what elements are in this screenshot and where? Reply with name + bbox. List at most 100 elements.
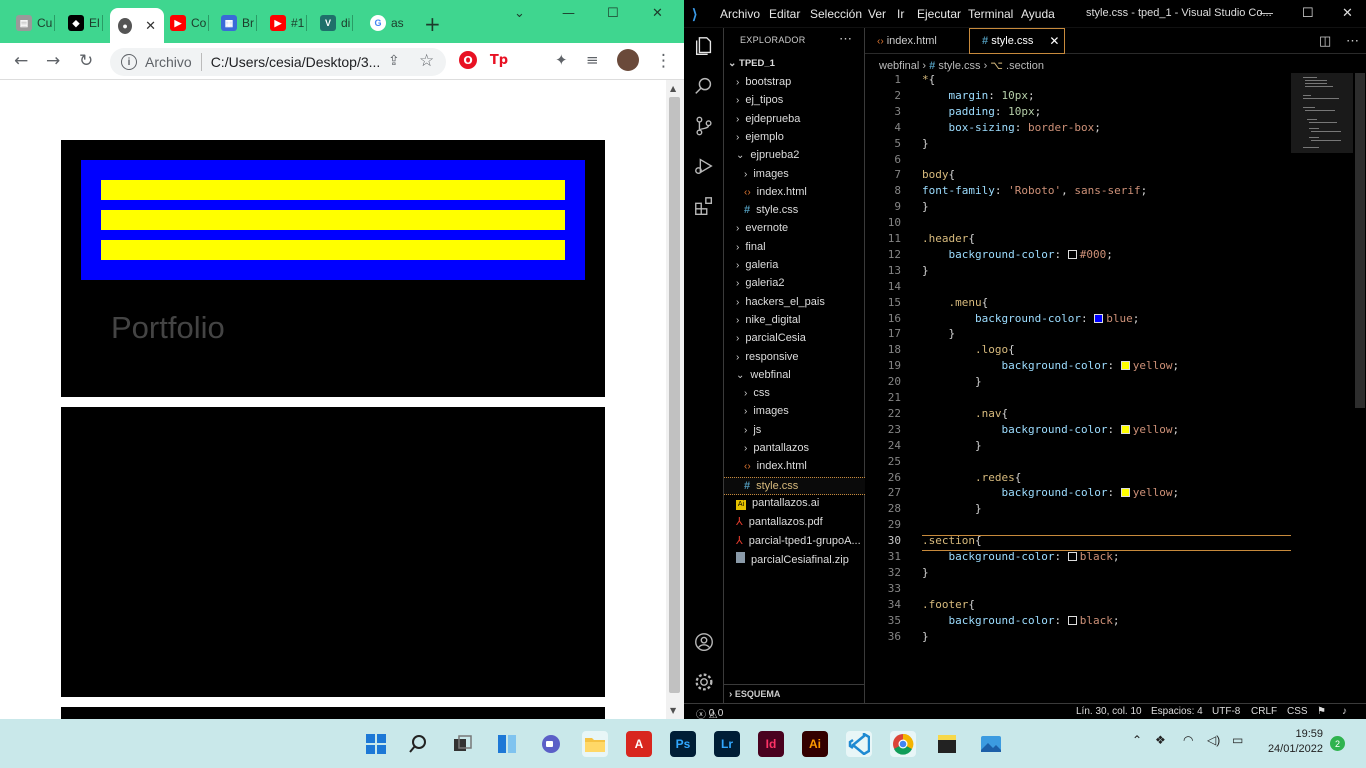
files-icon[interactable]	[693, 35, 715, 57]
chrome-tab-6[interactable]: ▶ #1	[270, 12, 308, 34]
avatar[interactable]	[617, 49, 639, 71]
tree-item[interactable]: # style.css	[724, 476, 865, 495]
outline-section[interactable]: › ESQUEMA	[724, 684, 865, 703]
menu-ayuda[interactable]: Ayuda	[1021, 7, 1055, 21]
bell-icon[interactable]: ♪	[1342, 706, 1347, 717]
close-tab-icon[interactable]: ✕	[1049, 34, 1059, 48]
chrome-tab-1[interactable]: ▤ Cu	[16, 12, 56, 34]
opera-extension-icon[interactable]: O	[459, 51, 477, 69]
maximize-button[interactable]: ☐	[1302, 5, 1314, 21]
battery-icon[interactable]: ▭	[1232, 733, 1243, 747]
chrome-tab-2[interactable]: ◆ El	[68, 12, 103, 34]
close-button[interactable]: ✕	[1342, 5, 1353, 21]
menu-ir[interactable]: Ir	[897, 7, 904, 21]
reload-icon[interactable]: ↻	[79, 51, 93, 71]
tree-item[interactable]: # style.css	[724, 202, 865, 220]
file-explorer-icon[interactable]	[582, 731, 608, 757]
tree-item[interactable]: › galeria2	[724, 275, 865, 293]
task-view-icon[interactable]	[450, 731, 476, 757]
menu-editar[interactable]: Editar	[769, 7, 800, 21]
photos-icon[interactable]	[978, 731, 1004, 757]
tree-item[interactable]: › responsive	[724, 349, 865, 367]
volume-icon[interactable]: ◁)	[1207, 733, 1220, 747]
tree-item[interactable]: ⌄ webfinal	[724, 367, 865, 385]
close-button[interactable]: ✕	[652, 6, 663, 21]
menu-terminal[interactable]: Terminal	[968, 7, 1013, 21]
address-url[interactable]: C:/Users/cesia/Desktop/3...	[211, 54, 381, 70]
scroll-up-icon[interactable]: ▲	[670, 84, 676, 93]
split-editor-icon[interactable]: ◫	[1319, 33, 1331, 49]
acrobat-icon[interactable]: A	[626, 731, 652, 757]
language-status[interactable]: CSS	[1287, 706, 1308, 717]
clock[interactable]: 19:59 24/01/2022	[1263, 727, 1323, 757]
breadcrumb-folder[interactable]: webfinal	[879, 60, 919, 72]
tree-item[interactable]: › nike_digital	[724, 312, 865, 330]
search-icon[interactable]	[407, 731, 433, 757]
tree-item[interactable]: ⌄ ejprueba2	[724, 147, 865, 165]
chrome-tab-8[interactable]: Gas	[370, 12, 404, 34]
scroll-thumb[interactable]	[669, 97, 680, 693]
share-icon[interactable]: ⇪	[388, 53, 400, 69]
color-swatch[interactable]	[1120, 424, 1130, 434]
feedback-icon[interactable]: ⚑	[1317, 706, 1326, 717]
editor-scrollbar[interactable]	[1353, 73, 1366, 703]
color-swatch[interactable]	[1067, 615, 1077, 625]
gear-icon[interactable]	[693, 671, 715, 693]
tab-style-css[interactable]: # style.css ✕	[969, 28, 1065, 54]
tree-item[interactable]: › js	[724, 422, 865, 440]
tree-item[interactable]: Ai pantallazos.ai	[724, 495, 865, 513]
chrome-icon[interactable]	[890, 731, 916, 757]
color-swatch[interactable]	[1094, 313, 1104, 323]
tp-extension-icon[interactable]: Tp	[490, 51, 508, 69]
editor-scroll-thumb[interactable]	[1355, 73, 1365, 408]
indesign-icon[interactable]: Id	[758, 731, 784, 757]
chrome-tab-active[interactable]: ● ✕	[110, 8, 164, 43]
star-icon[interactable]: ☆	[419, 51, 434, 71]
menu-ejecutar[interactable]: Ejecutar	[917, 7, 961, 21]
chat-icon[interactable]	[538, 731, 564, 757]
sticky-notes-icon[interactable]	[934, 731, 960, 757]
color-swatch[interactable]	[1120, 361, 1130, 371]
extensions-icon[interactable]	[693, 195, 715, 217]
chrome-tab-5[interactable]: ▦ Br	[221, 12, 257, 34]
color-swatch[interactable]	[1120, 488, 1130, 498]
wifi-icon[interactable]: ◠	[1183, 733, 1193, 747]
tree-item[interactable]: › final	[724, 239, 865, 257]
tree-item[interactable]: ⅄ pantallazos.pdf	[724, 513, 865, 531]
tree-item[interactable]: ‹› index.html	[724, 458, 865, 476]
more-icon[interactable]: ⋯	[1346, 33, 1359, 49]
tree-item[interactable]: › ejdeprueba	[724, 111, 865, 129]
more-icon[interactable]: ⋯	[839, 31, 852, 47]
info-icon[interactable]: i	[121, 54, 137, 70]
indentation-status[interactable]: Espacios: 4	[1151, 706, 1203, 717]
eol-status[interactable]: CRLF	[1251, 706, 1277, 717]
account-icon[interactable]	[693, 631, 715, 653]
tree-item[interactable]: ⅄ parcial-tped1-grupoA...	[724, 532, 865, 550]
maximize-button[interactable]: ☐	[607, 6, 619, 21]
tree-item[interactable]: › ej_tipos	[724, 92, 865, 110]
search-icon[interactable]	[693, 75, 715, 97]
breadcrumb-symbol[interactable]: .section	[1006, 60, 1044, 72]
lightroom-icon[interactable]: Lr	[714, 731, 740, 757]
back-icon[interactable]: ←	[14, 51, 28, 71]
chrome-tab-4[interactable]: ▶ Co	[170, 12, 210, 34]
menu-ver[interactable]: Ver	[868, 7, 886, 21]
forward-icon[interactable]: →	[46, 51, 60, 71]
scroll-down-icon[interactable]: ▼	[670, 706, 676, 715]
media-icon[interactable]: ≡	[586, 51, 599, 69]
tree-item[interactable]: › ejemplo	[724, 129, 865, 147]
chevron-up-icon[interactable]: ⌃	[1132, 733, 1142, 747]
tree-item[interactable]: › parcialCesia	[724, 330, 865, 348]
windows-start-icon[interactable]	[363, 731, 389, 757]
breadcrumb-file[interactable]: style.css	[938, 60, 980, 72]
tree-item[interactable]: › css	[724, 385, 865, 403]
notification-badge[interactable]: 2	[1330, 736, 1345, 751]
minimize-button[interactable]: —	[562, 6, 575, 21]
tree-item[interactable]: › pantallazos	[724, 440, 865, 458]
illustrator-icon[interactable]: Ai	[802, 731, 828, 757]
tree-item[interactable]: ‹› index.html	[724, 184, 865, 202]
new-tab-button[interactable]: +	[424, 12, 441, 36]
page-scrollbar[interactable]: ▲ ▼	[666, 80, 684, 719]
minimize-button[interactable]: —	[1260, 5, 1273, 20]
chrome-tab-7[interactable]: Vdi	[320, 12, 354, 34]
